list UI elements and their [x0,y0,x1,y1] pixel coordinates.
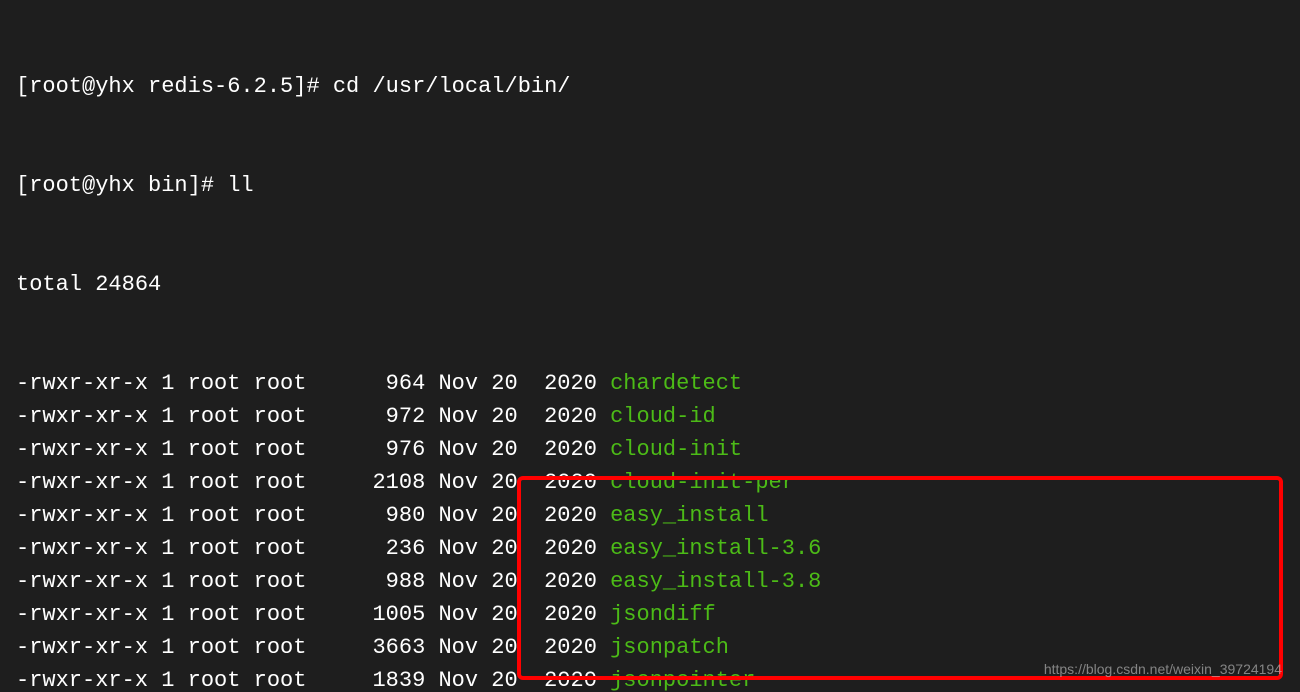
list-item: -rwxr-xr-x 1 root root 236 Nov 20 2020 e… [16,532,1288,565]
executable-name: easy_install [610,503,768,528]
file-meta: -rwxr-xr-x 1 root root 988 Nov 20 2020 [16,569,610,594]
list-item: -rwxr-xr-x 1 root root 988 Nov 20 2020 e… [16,565,1288,598]
executable-name: cloud-init-per [610,470,795,495]
list-item: -rwxr-xr-x 1 root root 976 Nov 20 2020 c… [16,433,1288,466]
executable-name: cloud-init [610,437,742,462]
file-meta: -rwxr-xr-x 1 root root 976 Nov 20 2020 [16,437,610,462]
command-text: ll [227,173,253,198]
prompt-prefix: [root@yhx bin]# [16,173,227,198]
file-meta: -rwxr-xr-x 1 root root 1839 Nov 20 2020 [16,668,610,692]
list-item: -rwxr-xr-x 1 root root 980 Nov 20 2020 e… [16,499,1288,532]
file-meta: -rwxr-xr-x 1 root root 1005 Nov 20 2020 [16,602,610,627]
file-meta: -rwxr-xr-x 1 root root 236 Nov 20 2020 [16,536,610,561]
list-item: -rwxr-xr-x 1 root root 1005 Nov 20 2020 … [16,598,1288,631]
prompt-prefix: [root@yhx redis-6.2.5]# [16,74,333,99]
file-meta: -rwxr-xr-x 1 root root 2108 Nov 20 2020 [16,470,610,495]
command-text: cd /usr/local/bin/ [333,74,571,99]
executable-name: easy_install-3.6 [610,536,821,561]
file-listing: -rwxr-xr-x 1 root root 964 Nov 20 2020 c… [16,367,1288,692]
terminal-output[interactable]: [root@yhx redis-6.2.5]# cd /usr/local/bi… [0,0,1300,692]
file-meta: -rwxr-xr-x 1 root root 964 Nov 20 2020 [16,371,610,396]
executable-name: jsonpointer [610,668,755,692]
executable-name: jsondiff [610,602,716,627]
executable-name: chardetect [610,371,742,396]
file-meta: -rwxr-xr-x 1 root root 980 Nov 20 2020 [16,503,610,528]
file-meta: -rwxr-xr-x 1 root root 972 Nov 20 2020 [16,404,610,429]
prompt-line-2: [root@yhx bin]# ll [16,169,1288,202]
executable-name: jsonpatch [610,635,729,660]
watermark-text: https://blog.csdn.net/weixin_39724194 [1044,659,1282,680]
list-item: -rwxr-xr-x 1 root root 964 Nov 20 2020 c… [16,367,1288,400]
file-meta: -rwxr-xr-x 1 root root 3663 Nov 20 2020 [16,635,610,660]
executable-name: cloud-id [610,404,716,429]
total-line: total 24864 [16,268,1288,301]
prompt-line-1: [root@yhx redis-6.2.5]# cd /usr/local/bi… [16,70,1288,103]
list-item: -rwxr-xr-x 1 root root 972 Nov 20 2020 c… [16,400,1288,433]
list-item: -rwxr-xr-x 1 root root 2108 Nov 20 2020 … [16,466,1288,499]
executable-name: easy_install-3.8 [610,569,821,594]
